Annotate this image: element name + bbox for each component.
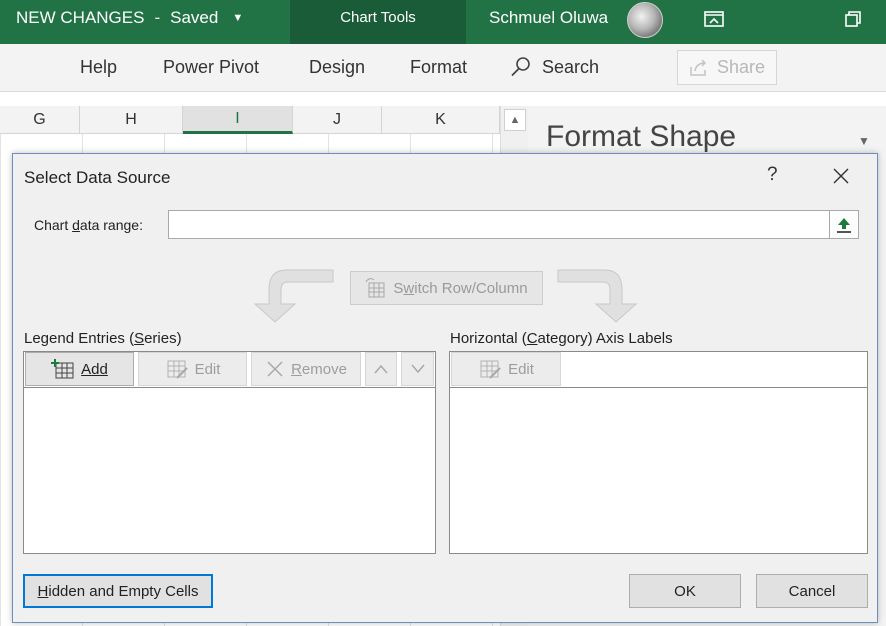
title-bar: NEW CHANGES - Saved ▼ Chart Tools Schmue…	[0, 0, 886, 44]
search-label: Search	[542, 56, 600, 77]
add-label: Add	[81, 361, 108, 378]
title-separator: -	[154, 8, 161, 27]
scroll-up-icon[interactable]: ▲	[504, 109, 526, 131]
save-state: Saved	[170, 8, 219, 27]
share-button[interactable]: Share	[677, 50, 777, 85]
select-data-source-dialog: Select Data Source ? Chart data range: S…	[12, 153, 878, 623]
chart-data-range-input[interactable]	[168, 210, 859, 239]
dialog-title: Select Data Source	[24, 168, 171, 187]
add-icon	[51, 359, 74, 379]
label-text: idden and Empty Cells	[48, 582, 199, 600]
tab-power-pivot[interactable]: Power Pivot	[163, 57, 259, 78]
edit-icon	[480, 360, 501, 379]
chevron-down-icon	[410, 364, 425, 374]
column-header-i[interactable]: I	[183, 106, 293, 134]
tab-design[interactable]: Design	[309, 57, 365, 78]
access-key: Add	[81, 360, 108, 378]
chevron-up-icon	[374, 364, 388, 374]
label-text: Horizontal (	[450, 330, 527, 347]
label-text: Legend Entries (	[24, 330, 135, 347]
access-key: S	[134, 330, 145, 347]
hidden-empty-cells-button[interactable]: Hidden and Empty Cells	[23, 574, 213, 608]
chart-data-range-label: Chart data range:	[34, 217, 143, 233]
avatar[interactable]	[627, 2, 663, 38]
search-icon	[511, 57, 530, 77]
edit-icon	[167, 360, 188, 379]
share-label: Share	[716, 57, 766, 77]
tell-me-search[interactable]: Search	[510, 56, 599, 78]
restore-window-icon[interactable]	[842, 8, 864, 30]
label-text: itch Row/Column	[414, 279, 528, 297]
label-text: ategory) Axis Labels	[537, 330, 673, 347]
access-key: R	[291, 360, 302, 378]
document-name: NEW CHANGES	[16, 8, 145, 27]
legend-entries-label: Legend Entries (Series)	[24, 330, 182, 347]
remove-label: Remove	[291, 361, 347, 378]
remove-series-button[interactable]: Remove	[251, 352, 361, 386]
switch-label: Switch Row/Column	[393, 280, 527, 297]
axis-toolbar: Edit	[450, 352, 867, 388]
switch-icon	[365, 278, 385, 298]
axis-labels-label: Horizontal (Category) Axis Labels	[450, 330, 673, 347]
ribbon-tabs: Help Power Pivot Design Format Search Sh…	[0, 44, 886, 92]
tab-format[interactable]: Format	[410, 57, 467, 78]
label-text: ata range:	[79, 217, 143, 233]
access-key: C	[526, 330, 538, 347]
add-series-button[interactable]: Add	[25, 352, 134, 386]
access-key: d	[72, 217, 80, 233]
hidden-cells-label: Hidden and Empty Cells	[38, 583, 199, 600]
axis-labels-panel: Edit	[449, 351, 868, 554]
format-pane-title: Format Shape	[546, 120, 737, 153]
column-header-g[interactable]: G	[0, 106, 80, 134]
document-title[interactable]: NEW CHANGES - Saved ▼	[16, 8, 243, 28]
arrow-left-down-icon	[253, 269, 334, 323]
column-header-k[interactable]: K	[382, 106, 500, 134]
user-name[interactable]: Schmuel Oluwa	[489, 8, 608, 28]
range-select-icon	[837, 217, 851, 233]
edit-label: Edit	[194, 360, 221, 378]
access-key: w	[403, 279, 415, 297]
label-text: eries)	[144, 330, 182, 347]
column-header-j[interactable]: J	[293, 106, 382, 134]
cancel-button[interactable]: Cancel	[756, 574, 868, 608]
ok-button[interactable]: OK	[629, 574, 741, 608]
label-text: emove	[301, 360, 347, 378]
context-tab-chart-tools: Chart Tools	[290, 0, 466, 44]
switch-row-column-button[interactable]: Switch Row/Column	[350, 271, 543, 305]
edit-label: Edit	[508, 360, 534, 378]
move-up-button[interactable]	[365, 352, 397, 386]
chevron-down-icon[interactable]: ▼	[858, 134, 870, 148]
edit-axis-labels-button[interactable]: Edit	[451, 352, 561, 386]
legend-entries-panel: Add Edit Remove	[23, 351, 436, 554]
chevron-down-icon[interactable]: ▼	[232, 12, 243, 24]
access-key: H	[37, 582, 49, 600]
label-text: S	[393, 279, 404, 297]
tab-help[interactable]: Help	[80, 57, 117, 78]
collapse-dialog-button[interactable]	[829, 210, 859, 239]
arrow-right-down-icon	[557, 269, 638, 323]
close-icon[interactable]	[831, 166, 851, 186]
share-icon	[690, 58, 707, 76]
label-text: Chart	[34, 217, 73, 233]
legend-toolbar: Add Edit Remove	[24, 352, 435, 388]
help-button[interactable]: ?	[767, 164, 778, 186]
remove-icon	[267, 361, 283, 377]
column-header-h[interactable]: H	[80, 106, 183, 134]
ribbon-display-options-icon[interactable]	[703, 8, 725, 30]
edit-series-button[interactable]: Edit	[138, 352, 247, 386]
move-down-button[interactable]	[401, 352, 434, 386]
